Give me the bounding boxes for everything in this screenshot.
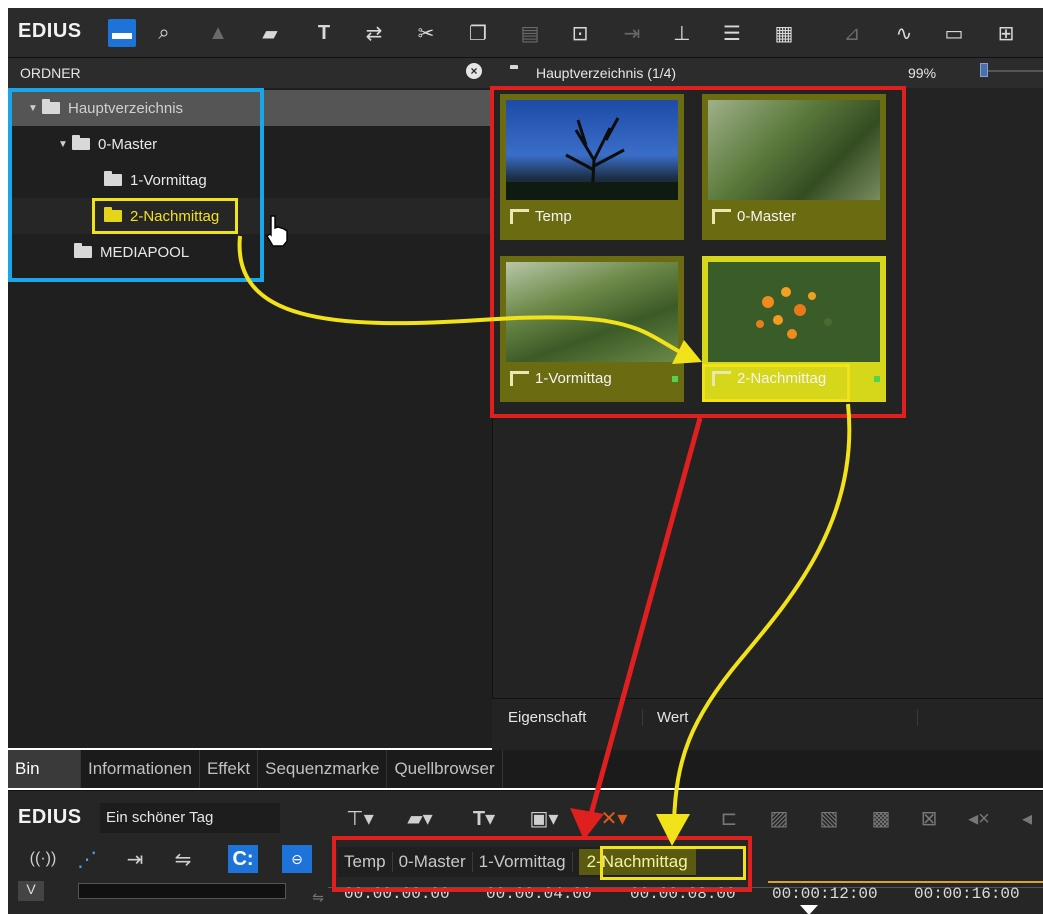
yellow-arrow-line-2 bbox=[672, 403, 852, 823]
yellow-arrow-line bbox=[237, 235, 681, 354]
annotation-arrows bbox=[237, 235, 852, 846]
red-arrowhead bbox=[570, 808, 604, 840]
yellow-arrowhead-2 bbox=[656, 814, 690, 846]
